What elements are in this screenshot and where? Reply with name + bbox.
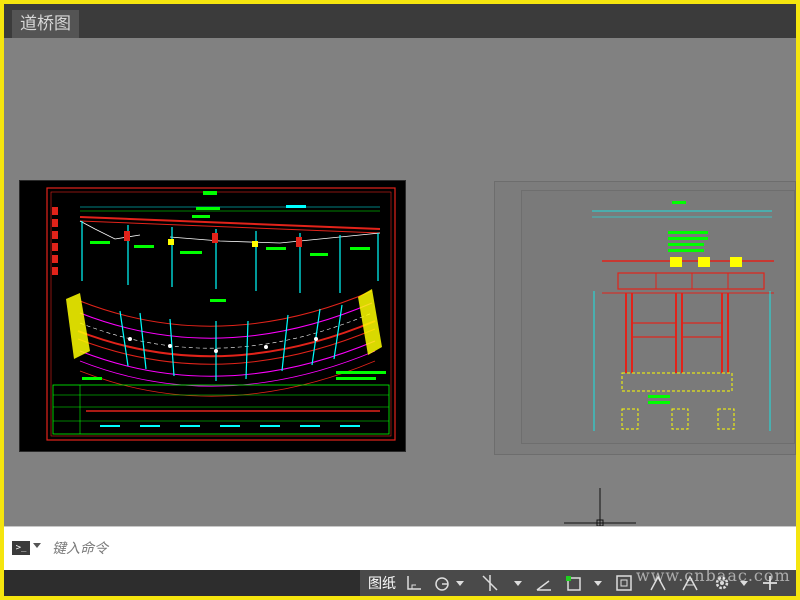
chevron-down-icon[interactable]	[33, 543, 41, 548]
layout-paper-button[interactable]: 图纸	[364, 574, 400, 594]
viewport-icon[interactable]	[614, 573, 634, 593]
crosshair-cursor	[564, 488, 636, 526]
layout-sheet-2[interactable]	[494, 181, 796, 455]
chevron-down-icon[interactable]	[456, 581, 464, 586]
sheet-2-border	[521, 190, 795, 444]
bridge-plan-drawing	[46, 187, 396, 441]
chevron-down-icon[interactable]	[514, 581, 522, 586]
layout-sheet-1[interactable]	[19, 180, 406, 452]
command-line: >_	[4, 526, 796, 571]
osnap-icon[interactable]	[480, 573, 500, 593]
command-prompt-icon[interactable]: >_	[12, 541, 30, 555]
object-snap-icon[interactable]	[564, 573, 584, 593]
chevron-down-icon[interactable]	[594, 581, 602, 586]
document-tab-bar: 道桥图	[4, 4, 796, 38]
drawing-canvas[interactable]	[4, 38, 796, 526]
status-bar-left	[4, 570, 360, 596]
drawing-tab[interactable]: 道桥图	[12, 10, 79, 38]
polar-tracking-icon[interactable]	[432, 573, 452, 593]
bridge-section-drawing	[592, 201, 774, 431]
snap-icon[interactable]	[404, 573, 424, 593]
watermark: www.cnbaac.com	[636, 566, 791, 585]
command-input[interactable]	[52, 537, 752, 561]
isodraft-icon[interactable]	[534, 573, 554, 593]
